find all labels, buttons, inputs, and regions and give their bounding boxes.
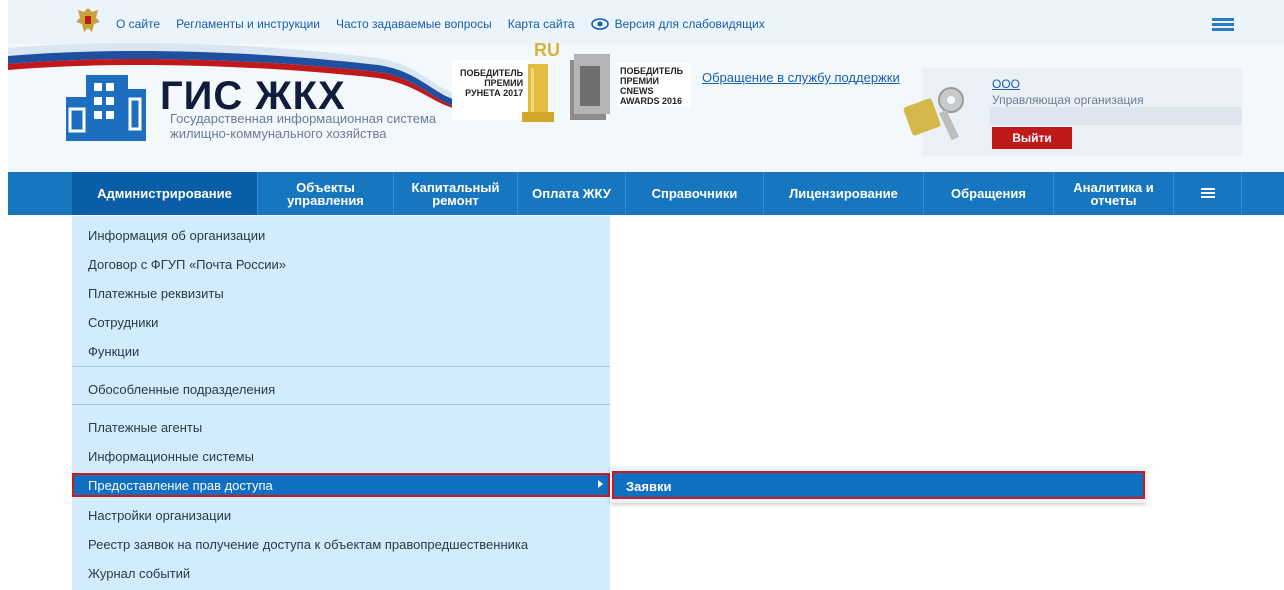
administration-dropdown xyxy=(72,216,610,590)
topbar-link-sitemap[interactable]: Карта сайта xyxy=(508,17,575,31)
menu-item-payment-details[interactable]: Платежные реквизиты xyxy=(88,286,224,301)
submenu-item-requests[interactable]: Заявки xyxy=(612,471,1145,499)
organization-role: Управляющая организация xyxy=(992,93,1144,107)
nav-licensing[interactable]: Лицензирование xyxy=(764,172,924,215)
menu-item-info-systems[interactable]: Информационные системы xyxy=(88,449,254,464)
menu-divider xyxy=(72,366,610,367)
menu-item-payment-agents[interactable]: Платежные агенты xyxy=(88,420,202,435)
nav-more-menu[interactable] xyxy=(1174,172,1242,215)
building-logo-icon xyxy=(66,75,146,141)
accessibility-link[interactable]: Версия для слабовидящих xyxy=(590,17,765,31)
nav-managed-objects[interactable]: Объекты управления xyxy=(258,172,394,215)
nav-capital-repair[interactable]: Капитальный ремонт xyxy=(394,172,518,215)
topbar-link-faq[interactable]: Часто задаваемые вопросы xyxy=(336,17,492,31)
nav-references[interactable]: Справочники xyxy=(626,172,764,215)
nav-appeals[interactable]: Обращения xyxy=(924,172,1054,215)
gold-award-icon: RU xyxy=(522,40,560,122)
logout-button[interactable]: Выйти xyxy=(992,127,1072,149)
organization-name[interactable]: ООО xyxy=(992,77,1020,91)
user-panel-stripe xyxy=(990,107,1242,125)
menu-item-org-info[interactable]: Информация об организации xyxy=(88,228,265,243)
support-link[interactable]: Обращение в службу поддержки xyxy=(702,70,900,85)
menu-item-event-log[interactable]: Журнал событий xyxy=(88,566,190,581)
menu-item-functions[interactable]: Функции xyxy=(88,344,139,359)
site-subtitle: Государственная информационная система ж… xyxy=(170,111,437,141)
menu-item-post-contract[interactable]: Договор с ФГУП «Почта России» xyxy=(88,257,286,272)
menu-item-employees[interactable]: Сотрудники xyxy=(88,315,158,330)
award-cnews-text: ПОБЕДИТЕЛЬ ПРЕМИИ CNEWS AWARDS 2016 xyxy=(618,63,690,107)
menu-icon xyxy=(1200,187,1215,200)
submenu-item-requests-label: Заявки xyxy=(626,479,672,494)
menu-item-access-rights[interactable]: Предоставление прав доступа xyxy=(72,473,610,497)
menu-item-subdivisions[interactable]: Обособленные подразделения xyxy=(88,382,275,397)
accessibility-label: Версия для слабовидящих xyxy=(614,17,765,31)
eye-icon xyxy=(590,18,609,30)
award-ru-badge: RU xyxy=(534,40,560,60)
menu-item-org-settings[interactable]: Настройки организации xyxy=(88,508,231,523)
coat-of-arms-icon xyxy=(76,8,100,32)
menu-icon[interactable] xyxy=(1212,18,1234,32)
nav-payment[interactable]: Оплата ЖКУ xyxy=(518,172,626,215)
menu-divider xyxy=(72,404,610,405)
nav-administration[interactable]: Администрирование xyxy=(72,172,258,215)
topbar-link-regulations[interactable]: Регламенты и инструкции xyxy=(176,17,320,31)
menu-item-predecessor-requests[interactable]: Реестр заявок на получение доступа к объ… xyxy=(88,537,528,552)
silver-award-icon xyxy=(570,54,610,120)
chevron-right-icon xyxy=(598,480,603,488)
menu-item-access-rights-label: Предоставление прав доступа xyxy=(88,478,273,493)
award-runet-text: ПОБЕДИТЕЛЬ ПРЕМИИ РУНЕТА 2017 xyxy=(460,68,524,98)
keys-icon xyxy=(903,87,964,141)
nav-analytics[interactable]: Аналитика и отчеты xyxy=(1054,172,1174,215)
topbar-link-about[interactable]: О сайте xyxy=(116,17,160,31)
